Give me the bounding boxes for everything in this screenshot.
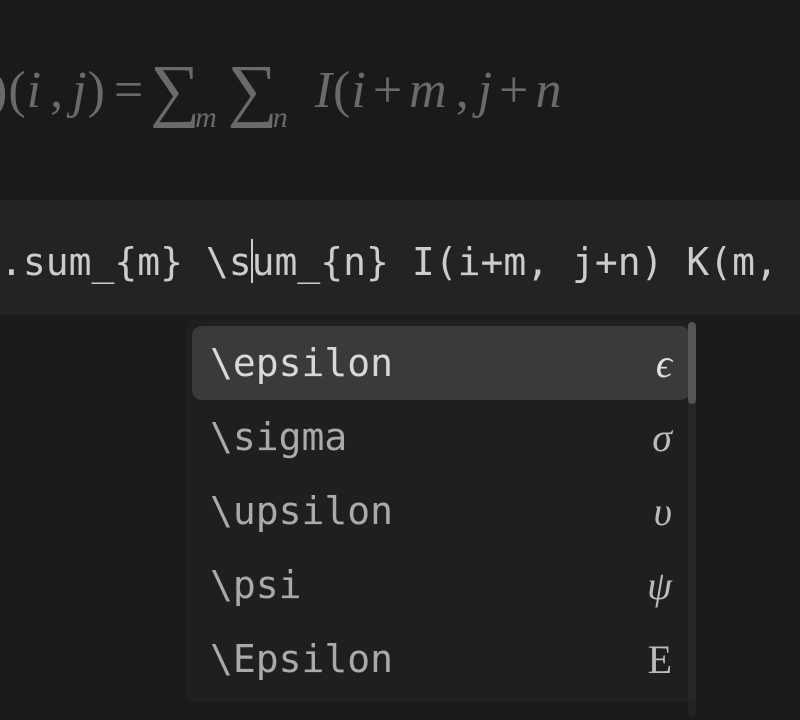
autocomplete-command: \psi [210, 563, 302, 607]
autocomplete-popup[interactable]: \epsilon ϵ \sigma σ \upsilon υ \psi ψ \Epsilon E [186, 320, 696, 702]
autocomplete-symbol: υ [654, 488, 672, 535]
autocomplete-symbol: ϵ [656, 340, 672, 387]
autocomplete-scrollbar[interactable] [688, 322, 696, 717]
autocomplete-symbol: ψ [647, 562, 672, 609]
autocomplete-symbol: σ [652, 414, 672, 461]
autocomplete-symbol: E [648, 636, 672, 683]
latex-input-bar[interactable]: .sum_{m} \sum_{n} I(i+m, j+n) K(m, n) [0, 200, 800, 315]
text-cursor [251, 239, 253, 283]
math-preview-area: )(i,j)=∑m∑n I(i+m,j+n [0, 0, 800, 200]
autocomplete-item[interactable]: \psi ψ [192, 548, 690, 622]
rendered-formula: )(i,j)=∑m∑n I(i+m,j+n [0, 45, 562, 125]
autocomplete-command: \sigma [210, 415, 347, 459]
autocomplete-command: \upsilon [210, 489, 393, 533]
autocomplete-command: \epsilon [210, 341, 393, 385]
autocomplete-command: \Epsilon [210, 637, 393, 681]
autocomplete-item[interactable]: \Epsilon E [192, 622, 690, 696]
scrollbar-thumb[interactable] [688, 322, 696, 404]
input-before-cursor: .sum_{m} \s [0, 240, 252, 284]
autocomplete-item[interactable]: \sigma σ [192, 400, 690, 474]
latex-input-text[interactable]: .sum_{m} \sum_{n} I(i+m, j+n) K(m, n) [0, 231, 800, 284]
autocomplete-item[interactable]: \epsilon ϵ [192, 326, 690, 400]
autocomplete-item[interactable]: \upsilon υ [192, 474, 690, 548]
input-after-cursor: um_{n} I(i+m, j+n) K(m, n) [252, 240, 800, 284]
